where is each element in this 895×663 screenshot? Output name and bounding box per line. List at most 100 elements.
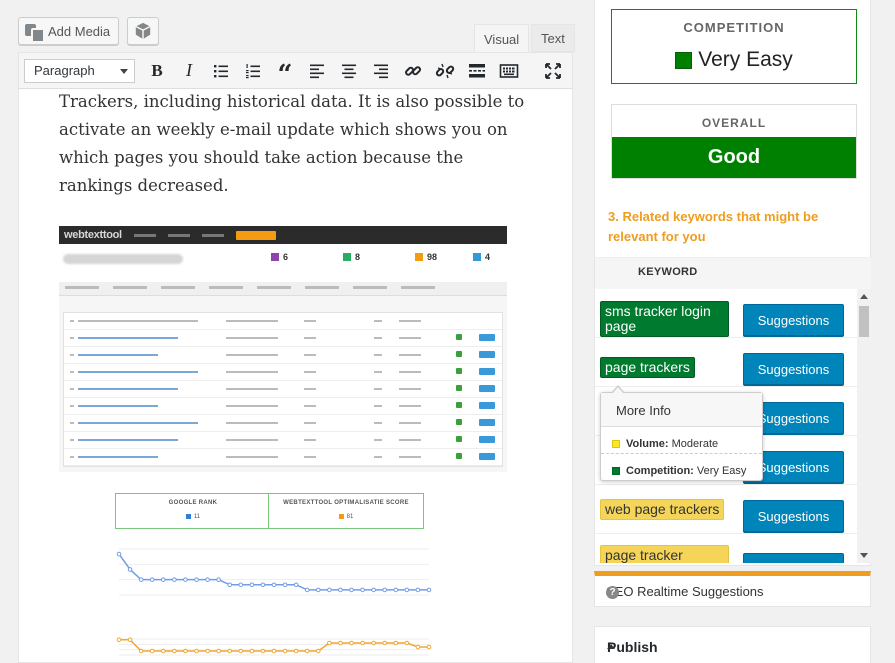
score-point [149,648,155,654]
read-more-button[interactable] [461,56,493,86]
toolbar-toggle-button[interactable] [493,56,525,86]
seo-suggestions-panel-header[interactable]: SEO Realtime Suggestions ? [594,571,871,607]
italic-button[interactable]: I [173,56,205,86]
rank-line-chart [116,548,432,596]
rank-point [338,587,343,593]
blockquote-button[interactable]: “ [269,56,301,90]
score-point [138,648,144,654]
score-point [194,648,199,654]
more-info-tooltip: More Info Volume: Moderate Competition: … [600,385,763,481]
suggestions-button[interactable]: Suggestions [743,553,844,563]
overall-value: Good [612,137,856,178]
scroll-up-icon[interactable] [860,294,868,299]
insert-link-button[interactable] [397,56,429,86]
tooltip-competition: Competition: Very Easy [601,453,762,479]
rank-point [227,582,233,588]
align-left-button[interactable] [301,56,333,86]
score-point [360,640,365,646]
rank-point [194,577,199,582]
media-icon [25,23,45,43]
format-select[interactable]: Paragraph [24,58,135,83]
rank-point [404,587,410,593]
rank-point [293,582,299,588]
score-point [127,637,133,643]
publish-box-header[interactable]: Publish [594,626,871,663]
add-media-button[interactable]: Add Media [18,17,120,45]
rank-point [138,577,144,582]
rank-point [205,577,210,582]
help-icon[interactable]: ? [606,586,619,599]
stat-swatch [271,253,279,261]
italic-icon: I [186,60,192,80]
google-rank-box: GOOGLE RANK 11 [115,493,271,529]
align-center-button[interactable] [333,56,365,86]
score-point [216,648,221,654]
rank-point [216,577,221,582]
editor-frame: Paragraph B I “ Trackers, including hist… [18,52,573,663]
scroll-thumb[interactable] [859,306,869,337]
score-point [393,640,399,646]
score-line-chart [116,637,432,656]
rank-point [116,551,122,557]
rank-point [183,577,188,582]
chevron-up-icon[interactable] [607,644,615,649]
volume-swatch [612,440,620,448]
rank-point [149,577,155,582]
rank-point [282,582,288,588]
suggestions-button[interactable]: Suggestions [743,353,844,385]
screenshot-tabs [59,282,507,296]
distraction-free-button[interactable] [537,56,569,86]
score-point [260,648,266,654]
editor-toolbar: Paragraph B I “ [19,53,572,89]
keyword-chip[interactable]: page trackers [600,357,695,378]
align-right-button[interactable] [365,56,397,86]
score-point [382,640,388,646]
score-point [426,644,432,650]
unlink-icon [435,63,455,78]
suggestions-button[interactable]: Suggestions [743,304,844,336]
screenshot-table-row [64,330,502,347]
remove-link-button[interactable] [429,56,461,86]
score-label: WEBTEXTTOOL OPTIMALISATIE SCORE [283,500,409,506]
bullet-list-button[interactable] [205,56,237,86]
score-point [172,648,177,654]
score-point [183,648,188,654]
google-rank-label: GOOGLE RANK [168,500,218,506]
rank-point [160,577,166,582]
keyword-chip[interactable]: sms tracker login page [600,301,729,337]
tab-visual[interactable]: Visual [474,24,530,53]
competition-swatch [675,51,693,69]
score-point [327,640,332,646]
rank-point [315,587,321,593]
rank-point [415,587,421,593]
screenshot-table-row [64,313,502,330]
chevron-down-icon [120,68,128,74]
align-left-icon [310,64,324,78]
numbered-list-button[interactable] [237,56,269,86]
cube-icon [135,22,151,40]
rank-point [327,587,332,593]
align-center-icon [342,64,356,78]
score-point [116,637,122,643]
keyword-chip[interactable]: web page trackers [600,499,725,520]
block-inserter-button[interactable] [127,17,159,45]
keyword-chip[interactable]: page tracker [600,545,729,563]
rank-point [127,567,133,572]
align-right-icon [374,64,388,78]
keyword-list-scrollbar[interactable] [857,289,871,563]
suggestions-button[interactable]: Suggestions [743,500,844,532]
screenshot-table-row [64,415,502,432]
score-point [371,640,376,646]
score-point [304,648,310,654]
score-box: WEBTEXTTOOL OPTIMALISATIE SCORE 81 [268,493,424,529]
screenshot-stat: 6 [271,252,311,270]
scroll-down-icon[interactable] [860,553,868,558]
overall-label: OVERALL [701,116,767,130]
screenshot-table-row [64,398,502,415]
tooltip-competition-label: Competition: [626,464,694,477]
bold-button[interactable]: B [141,56,173,86]
bullet-list-icon [214,64,228,77]
editor-content[interactable]: Trackers, including historical data. It … [19,88,572,200]
tab-text[interactable]: Text [531,24,575,52]
quote-icon: “ [277,59,293,90]
